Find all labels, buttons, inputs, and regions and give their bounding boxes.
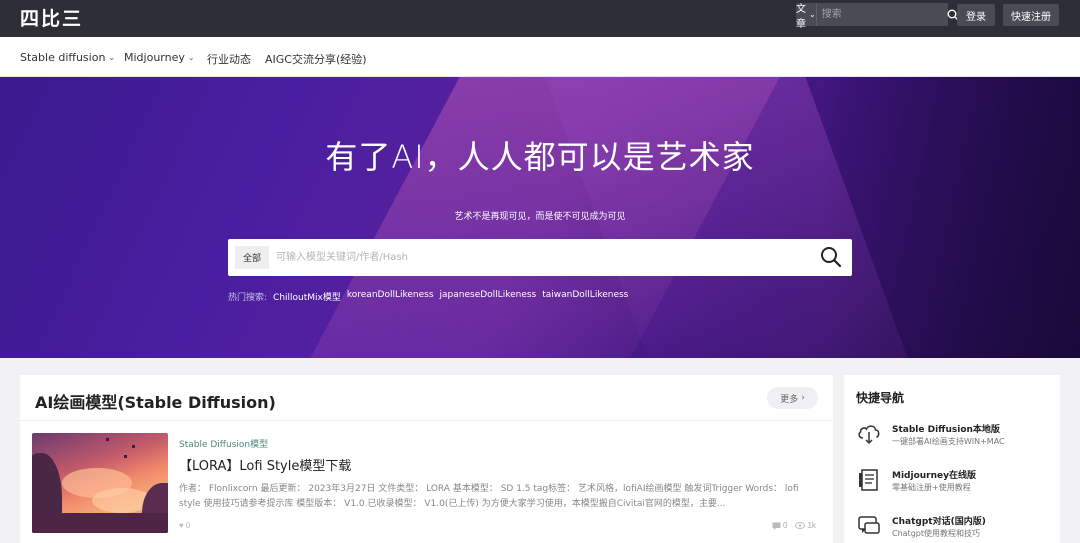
nav-item-midjourney[interactable]: Midjourney ⌄ bbox=[124, 51, 195, 64]
comment-icon bbox=[772, 522, 781, 530]
nav-item-label: 行业动态 bbox=[207, 53, 251, 66]
quick-nav-name: Chatgpt对话(国内版) bbox=[892, 517, 986, 527]
search-type-label: 文章 bbox=[796, 3, 806, 30]
view-stat: 1k bbox=[795, 521, 816, 530]
post-category[interactable]: Stable Diffusion模型 bbox=[179, 437, 268, 450]
login-button[interactable]: 登录 bbox=[957, 4, 995, 26]
post-thumbnail[interactable] bbox=[32, 433, 168, 533]
nav-item-stable-diffusion[interactable]: Stable diffusion ⌄ bbox=[20, 51, 115, 64]
hot-search-bar: 热门搜索: ChilloutMix模型 koreanDollLikeness j… bbox=[228, 290, 628, 303]
more-label: 更多 bbox=[780, 394, 799, 405]
hero-subtitle: 艺术不是再现可见，而是使不可见成为可见 bbox=[454, 212, 626, 222]
document-icon bbox=[859, 469, 878, 491]
eye-icon bbox=[795, 522, 806, 529]
chevron-right-icon: › bbox=[801, 393, 805, 403]
quick-nav-desc: Chatgpt使用教程和技巧 bbox=[892, 529, 980, 538]
quick-nav-name: Stable Diffusion本地版 bbox=[892, 425, 1000, 435]
nav-item-industry-news[interactable]: 行业动态 bbox=[207, 51, 251, 67]
nav-item-label: AIGC交流分享(经验) bbox=[265, 53, 367, 66]
top-search-input[interactable] bbox=[816, 3, 947, 26]
chevron-down-icon: ⌄ bbox=[809, 10, 816, 19]
more-button[interactable]: 更多 › bbox=[767, 387, 818, 409]
quick-nav-title: 快捷导航 bbox=[856, 391, 905, 405]
quick-nav-desc: 零基础注册+使用教程 bbox=[892, 483, 971, 492]
chevron-down-icon: ⌄ bbox=[108, 53, 116, 62]
quick-nav-item[interactable]: Chatgpt对话(国内版) Chatgpt使用教程和技巧 bbox=[856, 511, 1056, 543]
like-count: 0 bbox=[185, 521, 191, 530]
nav-item-aigc-share[interactable]: AIGC交流分享(经验) bbox=[265, 51, 367, 67]
cloud-download-icon bbox=[858, 425, 880, 445]
register-button[interactable]: 快速注册 bbox=[1003, 4, 1059, 26]
post-likes[interactable]: ♥ 0 bbox=[179, 521, 190, 530]
model-section: AI绘画模型(Stable Diffusion) 更多 › Stable Dif… bbox=[20, 375, 833, 543]
divider bbox=[20, 420, 833, 421]
site-logo[interactable]: 四比三 bbox=[20, 4, 83, 31]
top-bar: 四比三 文章 ⌄ 登录 快速注册 bbox=[0, 0, 1080, 37]
thumb-shape bbox=[32, 513, 168, 533]
view-count: 1k bbox=[807, 521, 816, 530]
hero-title: 有了AI，人人都可以是艺术家 bbox=[325, 138, 755, 176]
hot-tag[interactable]: japaneseDollLikeness bbox=[440, 290, 537, 303]
hot-tag[interactable]: koreanDollLikeness bbox=[347, 290, 434, 303]
model-search-input[interactable] bbox=[276, 247, 796, 268]
search-type-dropdown[interactable]: 文章 ⌄ bbox=[796, 3, 817, 30]
hot-tag[interactable]: taiwanDollLikeness bbox=[542, 290, 628, 303]
hero-banner: 有了AI，人人都可以是艺术家 艺术不是再现可见，而是使不可见成为可见 全部 热门… bbox=[0, 77, 1080, 358]
quick-nav-desc: 一键部署AI绘画支持WIN+MAC bbox=[892, 437, 1005, 446]
heart-icon: ♥ bbox=[179, 521, 184, 530]
comment-count: 0 bbox=[783, 521, 788, 530]
post-stats: 0 1k bbox=[772, 521, 816, 530]
section-title: AI绘画模型(Stable Diffusion) bbox=[35, 393, 276, 412]
quick-nav-item[interactable]: Stable Diffusion本地版 一键部署AI绘画支持WIN+MAC bbox=[856, 419, 1056, 453]
search-icon[interactable] bbox=[820, 246, 842, 268]
chat-icon bbox=[858, 516, 880, 534]
quick-nav-item[interactable]: Midjourney在线版 零基础注册+使用教程 bbox=[856, 465, 1056, 499]
nav-item-label: Stable diffusion bbox=[20, 51, 106, 64]
quick-nav-panel: 快捷导航 Stable Diffusion本地版 一键部署AI绘画支持WIN+M… bbox=[844, 375, 1060, 543]
thumb-shape bbox=[106, 438, 109, 441]
top-search-group: 文章 ⌄ bbox=[796, 3, 959, 30]
search-scope-button[interactable]: 全部 bbox=[235, 246, 269, 269]
thumb-shape bbox=[124, 455, 127, 458]
hot-search-label: 热门搜索: bbox=[228, 293, 268, 303]
comment-stat: 0 bbox=[772, 521, 787, 530]
hot-tag[interactable]: ChilloutMix模型 bbox=[273, 290, 341, 303]
quick-nav-name: Midjourney在线版 bbox=[892, 471, 976, 481]
thumb-shape bbox=[132, 445, 135, 448]
post-excerpt: 作者： Flonlixcorn 最后更新： 2023年3月27日 文件类型： L… bbox=[179, 484, 799, 509]
hero-search-box: 全部 bbox=[228, 239, 852, 276]
chevron-down-icon: ⌄ bbox=[187, 53, 195, 62]
main-nav: Stable diffusion ⌄ Midjourney ⌄ 行业动态 AIG… bbox=[0, 37, 1080, 77]
post-title[interactable]: 【LORA】Lofi Style模型下载 bbox=[179, 455, 351, 474]
nav-item-label: Midjourney bbox=[124, 51, 185, 64]
